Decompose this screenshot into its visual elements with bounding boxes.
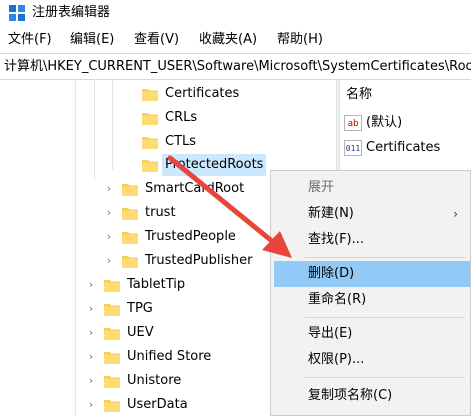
chevron-right-icon: ›: [453, 207, 458, 221]
context-menu-rename[interactable]: 重命名(R): [274, 287, 470, 313]
menu-separator: [305, 377, 465, 378]
context-menu-copy-key-name[interactable]: 复制项名称(C): [274, 383, 470, 409]
folder-icon: [142, 158, 158, 172]
registry-editor-icon: [8, 4, 26, 22]
menu-file[interactable]: 文件(F): [8, 31, 52, 49]
chevron-right-icon[interactable]: ›: [103, 202, 115, 224]
context-menu-permissions[interactable]: 权限(P)...: [274, 347, 470, 373]
tree-node-label: CTLs: [165, 134, 197, 149]
folder-icon: [122, 254, 138, 268]
tree-node-label: trust: [145, 205, 176, 220]
chevron-right-icon[interactable]: ›: [103, 178, 115, 200]
tree-node-label: TrustedPublisher: [145, 253, 253, 268]
window-title: 注册表编辑器: [32, 5, 111, 20]
chevron-right-icon[interactable]: ›: [85, 322, 97, 344]
tree-node-label: UserData: [127, 397, 188, 412]
folder-icon: [122, 206, 138, 220]
tree-node-label: TPG: [127, 301, 153, 316]
chevron-right-icon[interactable]: ›: [85, 346, 97, 368]
folder-icon: [142, 87, 158, 101]
tree-node-label: SmartCardRoot: [145, 181, 245, 196]
folder-icon: [104, 278, 120, 292]
menu-favorites[interactable]: 收藏夹(A): [199, 31, 257, 49]
value-name: Certificates: [366, 140, 441, 155]
chevron-right-icon[interactable]: ›: [85, 370, 97, 392]
tree-node-label: Unified Store: [127, 349, 212, 364]
menu-view[interactable]: 查看(V): [134, 31, 179, 49]
binary-value-icon: 011: [344, 140, 362, 156]
context-menu-new[interactable]: 新建(N) ›: [274, 201, 470, 227]
folder-icon: [142, 111, 158, 125]
context-menu-expand[interactable]: 展开: [274, 175, 470, 201]
column-header-name[interactable]: 名称: [346, 86, 372, 104]
tree-node-label: UEV: [127, 325, 154, 340]
address-bar[interactable]: 计算机\HKEY_CURRENT_USER\Software\Microsoft…: [0, 53, 471, 80]
menu-separator: [305, 317, 465, 318]
tree-node-crls[interactable]: CRLs: [120, 107, 330, 129]
tree-node-certificates[interactable]: Certificates: [120, 83, 330, 105]
folder-icon: [122, 230, 138, 244]
tree-node-ctls[interactable]: CTLs: [120, 131, 330, 153]
tree-node-label: TabletTip: [127, 277, 186, 292]
context-menu-delete[interactable]: 删除(D): [274, 261, 470, 287]
folder-icon: [104, 350, 120, 364]
menu-help[interactable]: 帮助(H): [277, 31, 323, 49]
tree-node-label: Unistore: [127, 373, 182, 388]
context-menu-export[interactable]: 导出(E): [274, 321, 470, 347]
chevron-right-icon[interactable]: ›: [103, 250, 115, 272]
menu-edit[interactable]: 编辑(E): [70, 31, 114, 49]
address-path[interactable]: 计算机\HKEY_CURRENT_USER\Software\Microsoft…: [4, 58, 471, 76]
folder-icon: [104, 398, 120, 412]
title-bar: 注册表编辑器: [0, 0, 471, 27]
chevron-right-icon[interactable]: ›: [85, 274, 97, 296]
context-menu-find[interactable]: 查找(F)...: [274, 227, 470, 253]
folder-icon: [122, 182, 138, 196]
chevron-right-icon[interactable]: ›: [85, 394, 97, 416]
context-menu: 展开 新建(N) › 查找(F)... 删除(D) 重命名(R) 导出(E) 权…: [270, 170, 471, 416]
menu-separator: [305, 257, 465, 258]
tree-node-label: TrustedPeople: [145, 229, 236, 244]
folder-icon: [142, 135, 158, 149]
chevron-right-icon[interactable]: ›: [85, 298, 97, 320]
folder-icon: [104, 302, 120, 316]
chevron-right-icon[interactable]: ›: [103, 226, 115, 248]
folder-icon: [104, 326, 120, 340]
string-value-icon: ab: [344, 115, 362, 131]
value-name: (默认): [366, 115, 403, 130]
tree-node-label: Certificates: [165, 86, 240, 101]
menu-bar: 文件(F) 编辑(E) 查看(V) 收藏夹(A) 帮助(H): [0, 27, 471, 53]
folder-icon: [104, 374, 120, 388]
tree-node-label: ProtectedRoots: [162, 154, 267, 176]
tree-node-label: CRLs: [165, 110, 198, 125]
